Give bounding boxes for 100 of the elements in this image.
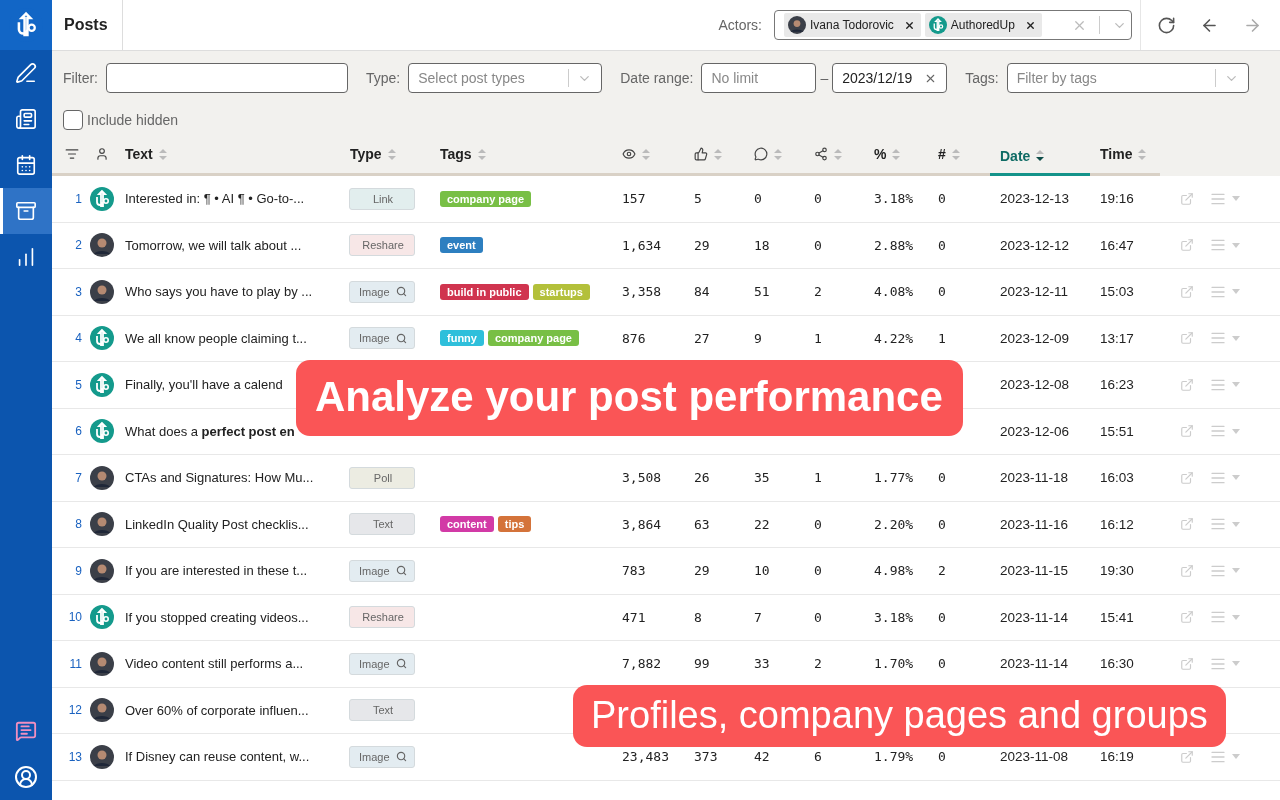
column-header[interactable]: % [874, 146, 887, 162]
caret-icon[interactable] [1232, 289, 1240, 295]
remove-icon[interactable] [1024, 19, 1036, 31]
open-link-icon[interactable] [1180, 656, 1194, 671]
caret-icon[interactable] [1232, 754, 1240, 760]
post-text[interactable]: Over 60% of corporate influen... [125, 702, 309, 718]
caret-icon[interactable] [1232, 196, 1240, 202]
search-icon[interactable] [396, 565, 407, 577]
open-link-icon[interactable] [1180, 610, 1194, 625]
post-text[interactable]: Interested in: ¶ • AI ¶ • Go-to-... [125, 191, 305, 207]
caret-icon[interactable] [1232, 661, 1240, 667]
tag[interactable]: tips [497, 516, 532, 533]
post-type-badge[interactable]: Image [349, 280, 415, 303]
actor-chip[interactable]: Ivana Todorovic [784, 13, 921, 37]
post-text[interactable]: Tomorrow, we will talk about ... [125, 237, 302, 253]
search-icon[interactable] [396, 286, 407, 298]
row-number[interactable]: 1 [60, 191, 90, 206]
date-from-field[interactable]: No limit [701, 63, 817, 93]
row-number[interactable]: 10 [60, 610, 90, 625]
post-text[interactable]: Finally, you'll have a calend [125, 377, 283, 393]
row-number[interactable]: 11 [60, 656, 90, 671]
search-icon[interactable] [396, 751, 407, 763]
tag[interactable]: build in public [440, 283, 529, 300]
date-to-field[interactable]: 2023/12/19 [832, 63, 948, 93]
post-type-badge[interactable]: Image [349, 745, 415, 768]
filter-field[interactable] [106, 63, 348, 93]
row-number[interactable]: 12 [60, 703, 90, 718]
open-link-icon[interactable] [1180, 563, 1194, 578]
tag[interactable]: event [440, 237, 483, 254]
post-text[interactable]: LinkedIn Quality Post checklis... [125, 516, 309, 532]
post-text[interactable]: Who says you have to play by ... [125, 284, 313, 300]
caret-icon[interactable] [1232, 242, 1240, 248]
caret-icon[interactable] [1232, 382, 1240, 388]
column-header[interactable]: Tags [440, 146, 472, 162]
tags-select[interactable]: Filter by tags [1006, 63, 1249, 93]
time-cell-text: 15:03 [1099, 284, 1135, 300]
actors-field[interactable]: Ivana Todorovic AuthoredUp [774, 10, 1132, 40]
row-number[interactable]: 4 [60, 331, 90, 346]
include-hidden-checkbox[interactable] [63, 110, 83, 130]
post-type-badge[interactable]: Reshare [349, 234, 415, 257]
row-number[interactable]: 13 [60, 749, 90, 764]
column-header[interactable]: Time [1100, 146, 1133, 162]
share-icon[interactable] [814, 147, 828, 161]
stat-cell-text: 6 [813, 749, 823, 765]
column-header[interactable]: Type [350, 146, 382, 162]
row-number[interactable]: 2 [60, 238, 90, 253]
comment-icon[interactable] [754, 147, 768, 161]
post-type-badge[interactable]: Image [349, 652, 415, 675]
column-header[interactable]: Text [125, 146, 153, 162]
open-link-icon[interactable] [1180, 191, 1194, 206]
row-number[interactable]: 9 [60, 563, 90, 578]
remove-icon[interactable] [903, 19, 915, 31]
help-icon[interactable] [15, 720, 37, 742]
column-settings-icon[interactable] [65, 147, 79, 161]
open-link-icon[interactable] [1180, 470, 1194, 485]
post-type-badge[interactable]: Image [349, 559, 415, 582]
post-text[interactable]: If you are interested in these t... [125, 563, 308, 579]
post-type-badge[interactable]: Reshare [349, 606, 415, 629]
caret-icon[interactable] [1232, 568, 1240, 574]
open-link-icon[interactable] [1180, 377, 1194, 392]
open-link-icon[interactable] [1180, 331, 1194, 346]
eye-icon[interactable] [622, 147, 636, 161]
post-type-badge[interactable]: Poll [349, 466, 415, 489]
post-text[interactable]: Video content still performs a... [125, 656, 304, 672]
post-type-badge[interactable]: Text [349, 513, 415, 536]
post-type-badge[interactable]: Text [349, 699, 415, 722]
caret-icon[interactable] [1232, 475, 1240, 481]
caret-icon[interactable] [1232, 428, 1240, 434]
profile-icon[interactable] [14, 765, 38, 789]
row-number[interactable]: 5 [60, 377, 90, 392]
open-link-icon[interactable] [1180, 424, 1194, 439]
post-text[interactable]: CTAs and Signatures: How Mu... [125, 470, 314, 486]
type-select[interactable]: Select post types [408, 63, 603, 93]
open-link-icon[interactable] [1180, 284, 1194, 299]
search-icon[interactable] [396, 332, 407, 344]
post-text[interactable]: What does a perfect post en [125, 423, 295, 439]
caret-icon[interactable] [1232, 335, 1240, 341]
row-number[interactable]: 6 [60, 424, 90, 439]
post-type-badge[interactable]: Link [349, 187, 415, 210]
sidebar-item[interactable] [0, 188, 52, 234]
post-text[interactable]: If Disney can reuse content, w... [125, 749, 310, 765]
row-number[interactable]: 8 [60, 517, 90, 532]
thumbs-up-icon[interactable] [694, 147, 708, 161]
open-link-icon[interactable] [1180, 749, 1194, 764]
row-number[interactable]: 7 [60, 470, 90, 485]
tag[interactable]: content [440, 516, 494, 533]
post-type-badge[interactable]: Image [349, 327, 415, 350]
person-icon[interactable] [95, 147, 109, 161]
row-number[interactable]: 3 [60, 284, 90, 299]
caret-icon[interactable] [1232, 614, 1240, 620]
post-text[interactable]: We all know people claiming t... [125, 330, 307, 346]
open-link-icon[interactable] [1180, 238, 1194, 253]
open-link-icon[interactable] [1180, 517, 1194, 532]
search-icon[interactable] [396, 658, 407, 670]
sort-icon[interactable] [1036, 149, 1045, 162]
post-text[interactable]: If you stopped creating videos... [125, 609, 309, 625]
actor-chip[interactable]: AuthoredUp [924, 13, 1042, 37]
column-header[interactable]: # [938, 146, 946, 162]
caret-icon[interactable] [1232, 521, 1240, 527]
column-header[interactable]: Date [1000, 147, 1031, 164]
